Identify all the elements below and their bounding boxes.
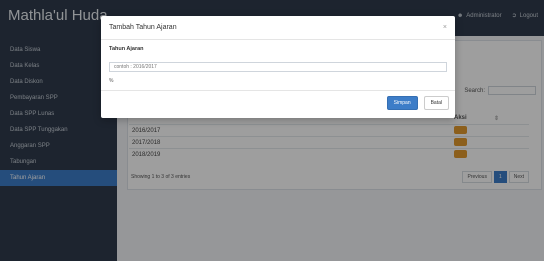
modal-body: Tahun Ajaran % [101, 40, 455, 84]
save-button[interactable]: Simpan [386, 96, 418, 110]
close-icon[interactable]: × [443, 24, 447, 31]
tahun-ajaran-input[interactable] [109, 62, 447, 72]
modal-title: Tambah Tahun Ajaran [109, 24, 177, 31]
cancel-button[interactable]: Batal [423, 96, 449, 110]
modal-header: Tambah Tahun Ajaran × [101, 16, 455, 40]
modal-divider [101, 90, 455, 91]
percent-hint: % [109, 78, 114, 84]
tahun-ajaran-label: Tahun Ajaran [109, 46, 144, 52]
modal-actions: Simpan Batal [386, 96, 449, 110]
add-tahun-ajaran-modal: Tambah Tahun Ajaran × Tahun Ajaran % Sim… [101, 16, 455, 118]
